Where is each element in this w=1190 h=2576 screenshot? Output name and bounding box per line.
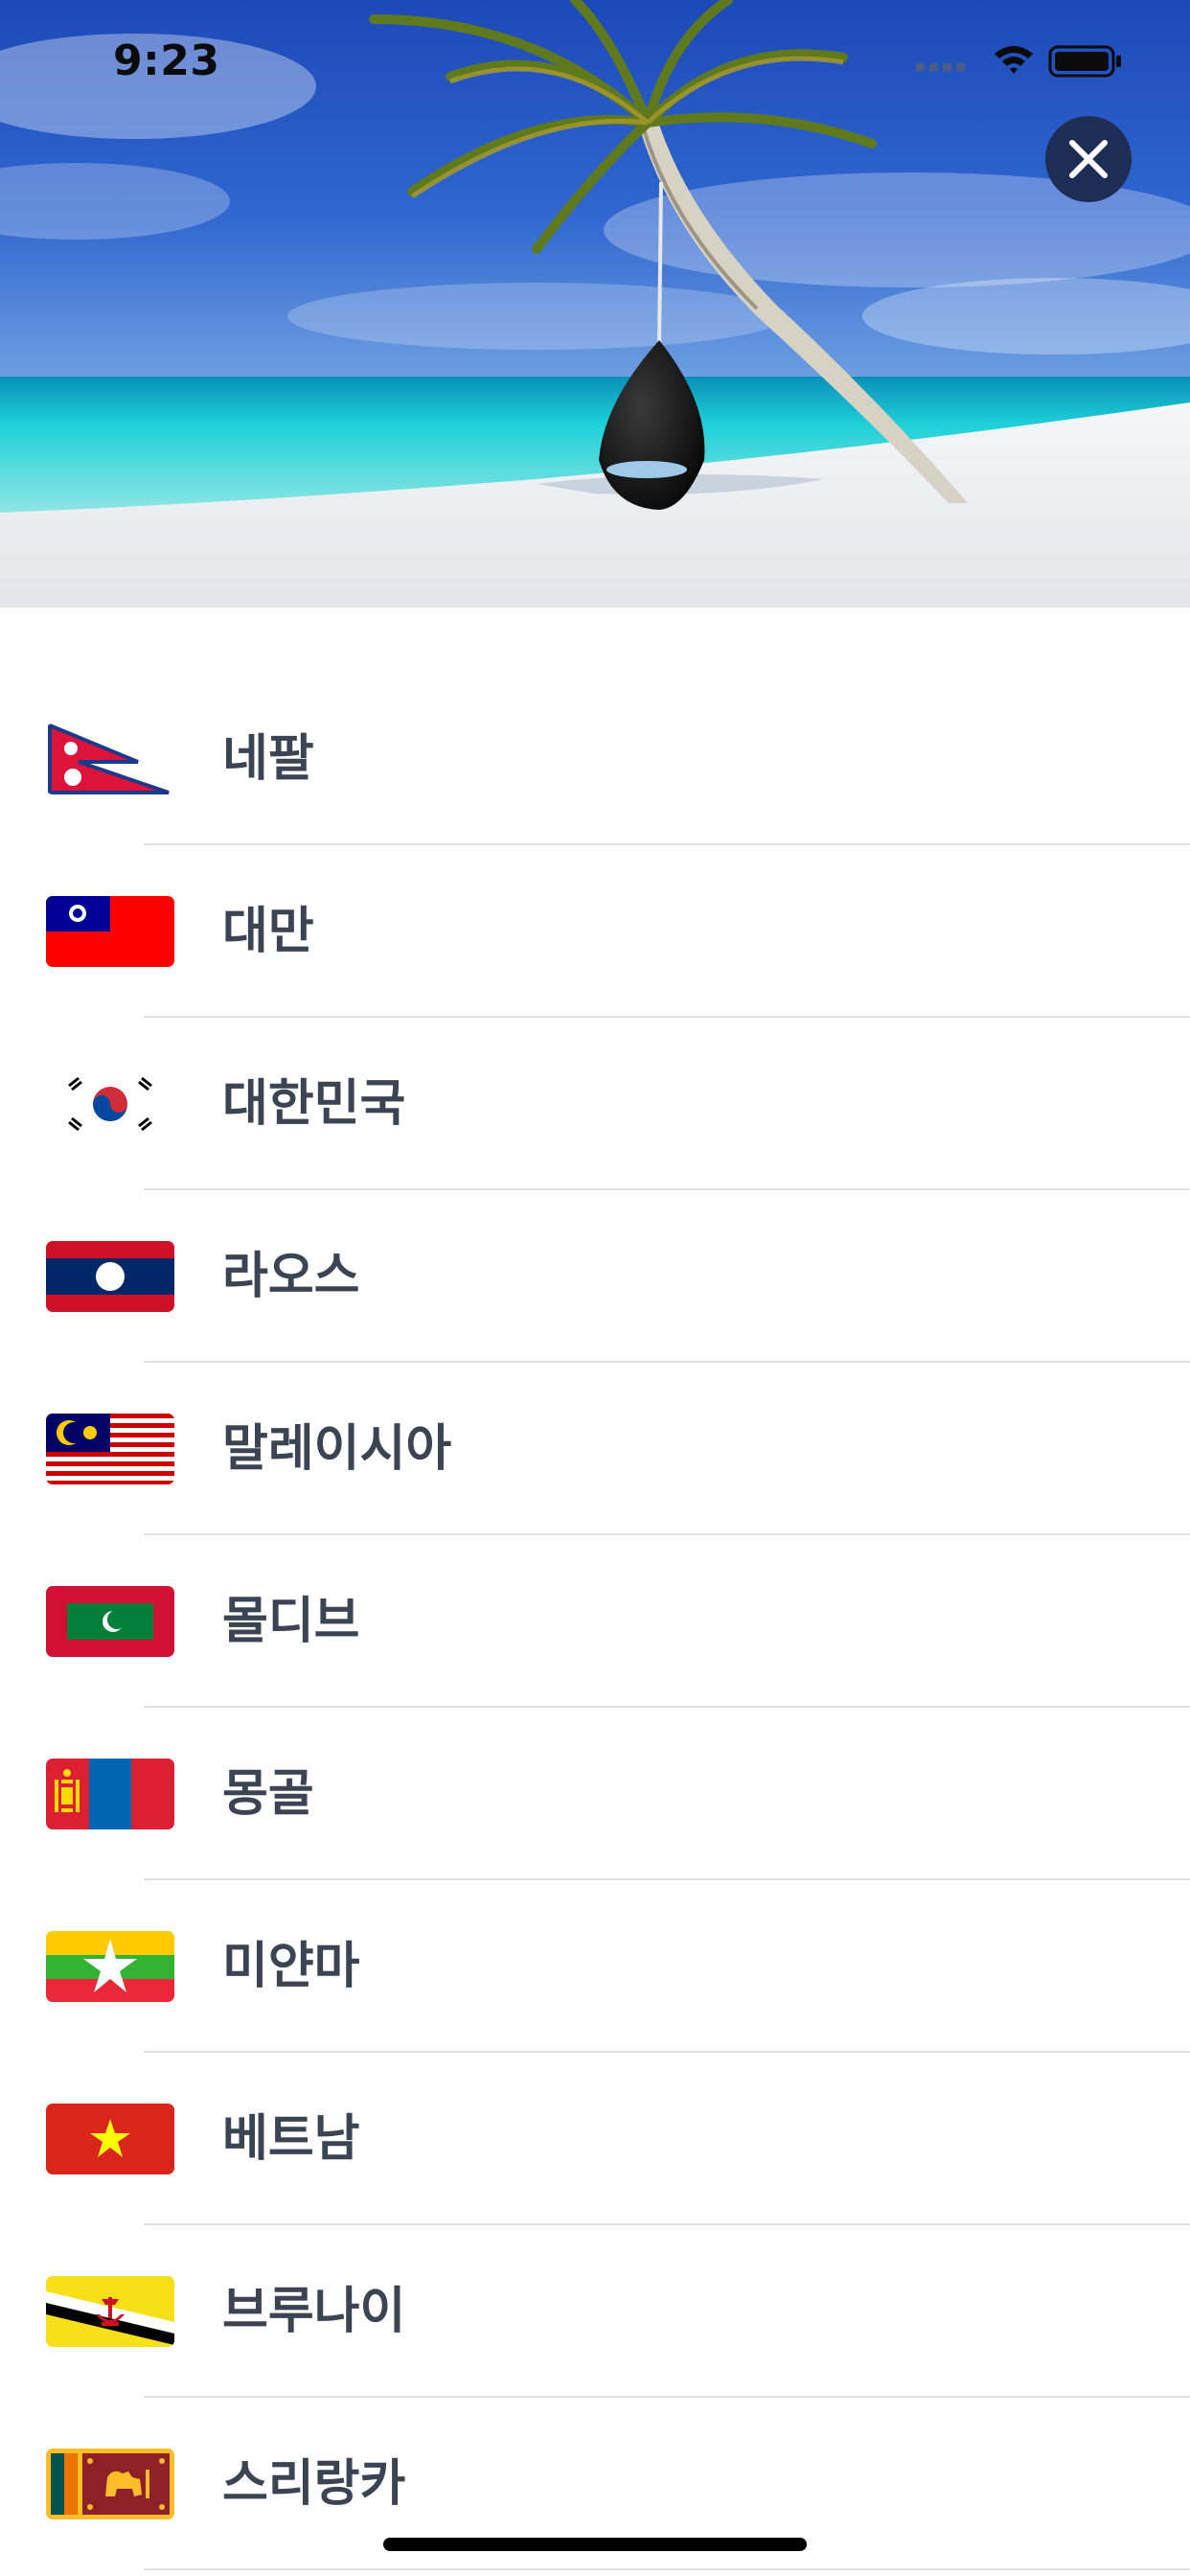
country-name: 베트남 [222, 2110, 360, 2168]
south-korea-flag-icon [46, 1069, 174, 1139]
country-row-brunei[interactable]: 브루나이 [0, 2225, 1190, 2398]
home-indicator[interactable] [383, 2538, 807, 2551]
country-row-myanmar[interactable]: 미얀마 [0, 1880, 1190, 2053]
country-name: 몰디브 [222, 1593, 360, 1650]
country-name: 대만 [222, 903, 314, 960]
maldives-flag-icon [46, 1586, 174, 1657]
mongolia-flag-icon [46, 1759, 174, 1829]
country-row-laos[interactable]: 라오스 [0, 1190, 1190, 1363]
brunei-flag-icon [46, 2276, 174, 2347]
country-name: 대한민국 [222, 1075, 406, 1133]
hero-image: 9:23 [0, 0, 1190, 608]
malaysia-flag-icon [46, 1414, 174, 1484]
sri-lanka-flag-icon [46, 2449, 174, 2519]
nepal-flag-icon [46, 724, 174, 794]
divider [144, 2568, 1190, 2570]
country-row-south-korea[interactable]: 대한민국 [0, 1018, 1190, 1190]
country-name: 스리랑카 [222, 2455, 406, 2513]
signal-icon [916, 63, 965, 72]
country-row-malaysia[interactable]: 말레이시아 [0, 1363, 1190, 1535]
country-row-taiwan[interactable]: 대만 [0, 845, 1190, 1018]
country-list: 네팔 대만 대한민국 라오스 말레이시아 몰디브 몽골 미얀마 베트남 브루나이… [0, 673, 1190, 2570]
country-name: 브루나이 [222, 2283, 406, 2340]
battery-icon [1048, 45, 1121, 78]
country-name: 네팔 [222, 730, 314, 788]
laos-flag-icon [46, 1241, 174, 1312]
country-row-nepal[interactable]: 네팔 [0, 673, 1190, 845]
country-row-vietnam[interactable]: 베트남 [0, 2053, 1190, 2225]
vietnam-flag-icon [46, 2104, 174, 2174]
taiwan-flag-icon [46, 896, 174, 967]
close-button[interactable] [1045, 116, 1132, 202]
country-name: 라오스 [222, 1248, 360, 1305]
status-time: 9:23 [113, 36, 220, 85]
country-row-mongolia[interactable]: 몽골 [0, 1708, 1190, 1880]
close-icon [1069, 140, 1108, 178]
country-name: 몽골 [222, 1765, 314, 1823]
wifi-icon [995, 46, 1033, 74]
country-name: 미얀마 [222, 1938, 360, 1995]
myanmar-flag-icon [46, 1931, 174, 2002]
country-row-maldives[interactable]: 몰디브 [0, 1535, 1190, 1708]
status-icons [916, 42, 1127, 80]
country-name: 말레이시아 [222, 1420, 452, 1478]
